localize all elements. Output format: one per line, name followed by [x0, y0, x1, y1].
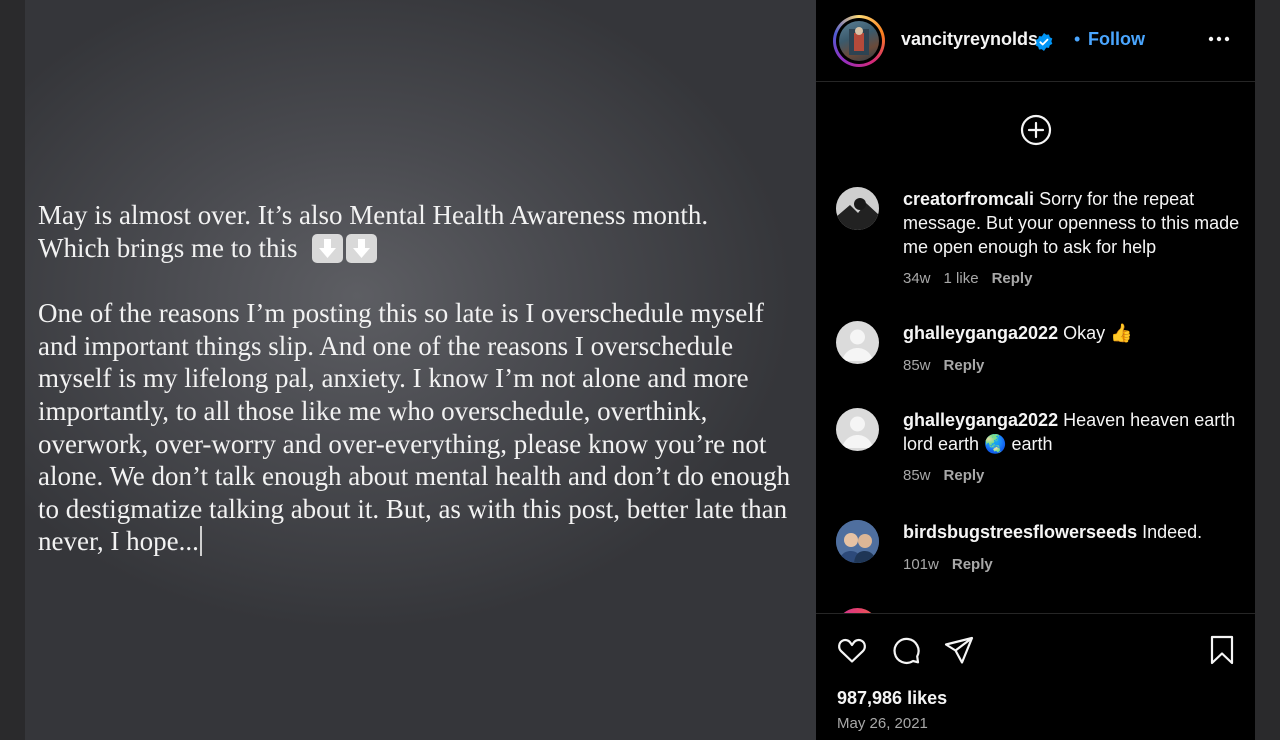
- down-arrow-emoji-icon: [312, 233, 344, 263]
- more-options-icon[interactable]: [1206, 28, 1232, 50]
- comment-username[interactable]: birdsbugstreesflowerseeds: [903, 522, 1137, 542]
- likes-count[interactable]: 987,986 likes: [837, 688, 947, 709]
- verified-badge-icon: [1035, 33, 1053, 51]
- load-more-comments-icon[interactable]: [1020, 114, 1052, 146]
- comment-age: 85w: [903, 357, 931, 374]
- comment-text: Indeed.: [1142, 522, 1203, 542]
- post-sidebar: vancityreynolds • Follow creatorfromcali…: [816, 0, 1255, 740]
- reply-button[interactable]: Reply: [992, 270, 1033, 287]
- reply-button[interactable]: Reply: [944, 467, 985, 484]
- comment-likes[interactable]: 1 like: [944, 270, 979, 287]
- post-header: vancityreynolds • Follow: [816, 0, 1255, 82]
- post-date[interactable]: May 26, 2021: [837, 715, 928, 732]
- comment-body: ghalleyganga2022 Heaven heaven earth lor…: [903, 408, 1243, 456]
- avatar-photo: [839, 21, 879, 61]
- background-edge-left: [0, 0, 25, 740]
- caption-line-1: May is almost over. It’s also Mental Hea…: [38, 200, 709, 230]
- follow-button[interactable]: Follow: [1088, 29, 1145, 50]
- actions-divider: [816, 613, 1255, 614]
- comments-list[interactable]: creatorfromcali Sorry for the repeat mes…: [816, 180, 1255, 613]
- comment-body: creatorfromcali Sorry for the repeat mes…: [903, 187, 1243, 259]
- post-username[interactable]: vancityreynolds: [901, 29, 1038, 50]
- caption-line-2: Which brings me to this: [38, 232, 298, 263]
- profile-avatar[interactable]: [833, 15, 885, 67]
- post-caption-text: May is almost over. It’s also Mental Hea…: [38, 199, 798, 558]
- share-send-icon[interactable]: [943, 634, 975, 666]
- save-bookmark-icon[interactable]: [1206, 634, 1238, 666]
- comment-avatar[interactable]: [836, 321, 879, 364]
- post-image: May is almost over. It’s also Mental Hea…: [25, 0, 816, 740]
- comment-meta: 85w Reply: [903, 357, 997, 374]
- text-cursor: [199, 526, 202, 557]
- comment-avatar[interactable]: [836, 187, 879, 230]
- comment-meta: 34w 1 like Reply: [903, 270, 1045, 287]
- comment-username[interactable]: creatorfromcali: [903, 189, 1034, 209]
- comment-text: Okay 👍: [1063, 323, 1133, 343]
- comment-age: 101w: [903, 556, 939, 573]
- reply-button[interactable]: Reply: [944, 357, 985, 374]
- comment-age: 85w: [903, 467, 931, 484]
- comment-meta: 101w Reply: [903, 556, 1006, 573]
- caption-paragraph: One of the reasons I’m posting this so l…: [38, 298, 791, 557]
- reply-button[interactable]: Reply: [952, 556, 993, 573]
- comment-username[interactable]: ghalleyganga2022: [903, 323, 1058, 343]
- header-separator: •: [1074, 29, 1081, 49]
- comment-avatar[interactable]: [836, 408, 879, 451]
- down-arrow-emoji-icon: [346, 233, 378, 263]
- comment-avatar[interactable]: [836, 520, 879, 563]
- background-edge-right: [1255, 0, 1280, 740]
- comment-username[interactable]: ghalleyganga2022: [903, 410, 1058, 430]
- comment-body: ghalleyganga2022 Okay 👍: [903, 321, 1243, 345]
- comment-bubble-icon[interactable]: [890, 634, 922, 666]
- like-heart-icon[interactable]: [836, 634, 868, 666]
- comment-age: 34w: [903, 270, 931, 287]
- comment-meta: 85w Reply: [903, 467, 997, 484]
- comment-body: birdsbugstreesflowerseeds Indeed.: [903, 520, 1243, 544]
